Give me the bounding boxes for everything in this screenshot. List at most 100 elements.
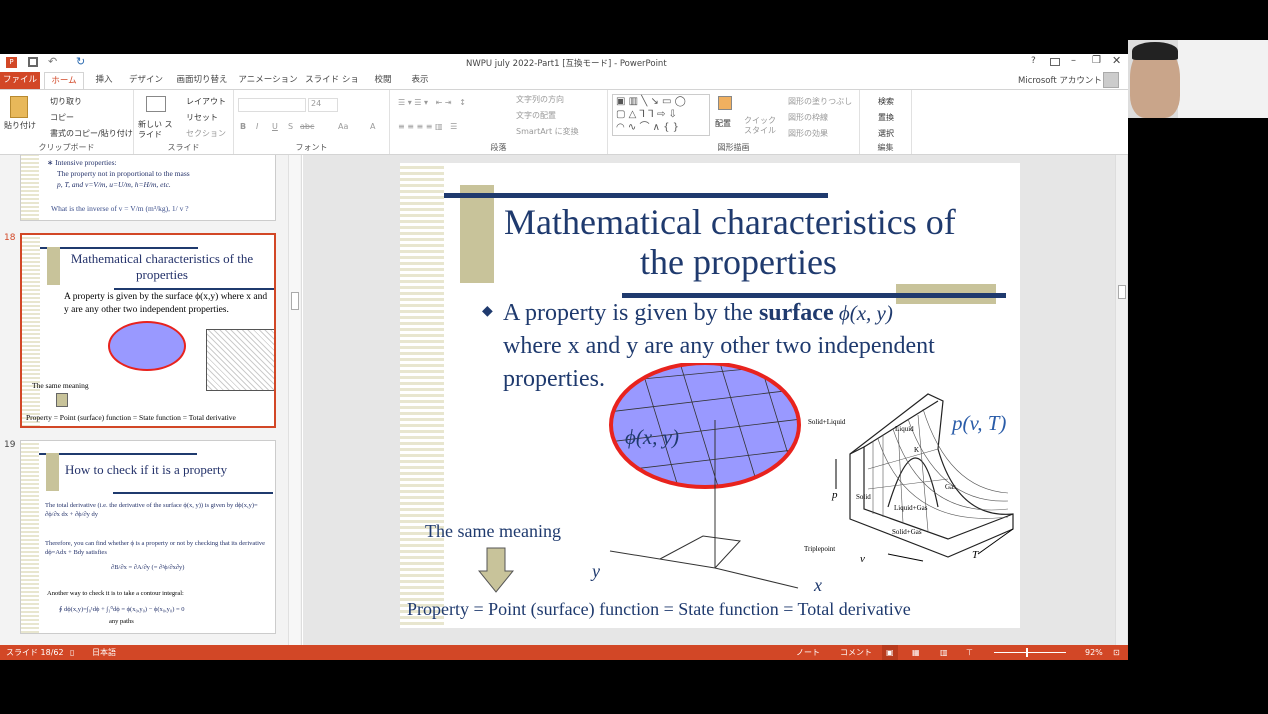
label-p: p [832, 489, 838, 501]
align-buttons[interactable]: ≡ ≡ ≡ ≡ ▥ ☰ [398, 122, 457, 131]
tab-file[interactable]: ファイル [0, 72, 40, 89]
comments-button[interactable]: コメント [840, 645, 872, 660]
font-name-box[interactable] [238, 98, 306, 112]
paste-button[interactable]: 貼り付け [4, 120, 36, 131]
close-button[interactable]: ✕ [1112, 54, 1121, 67]
change-case-button[interactable]: Aa [338, 122, 348, 131]
align-text-button[interactable]: 文字の配置 [516, 110, 556, 121]
notes-button[interactable]: ノート [796, 645, 820, 660]
slide-footer: Property = Point (surface) function = St… [407, 599, 911, 619]
fit-slide-icon[interactable]: ⊡ [1113, 645, 1120, 660]
pvt-figure [206, 329, 274, 391]
text-direction-button[interactable]: 文字列の方向 [516, 94, 564, 105]
title-bar: P ↶ ↻ NWPU july 2022-Part1 [互換モード] - Pow… [0, 54, 1128, 71]
thumb-text: The total derivative (i.e. the derivativ… [45, 502, 258, 518]
ribbon-display-button[interactable] [1050, 58, 1060, 66]
redo-icon[interactable]: ↻ [76, 55, 85, 68]
slideshow-icon[interactable]: ⊤ [966, 645, 973, 660]
olive-block [47, 247, 60, 285]
group-label: スライド [167, 143, 200, 152]
spellcheck-icon[interactable]: ▯ [70, 645, 74, 660]
help-button[interactable]: ? [1031, 56, 1036, 66]
slide-thumbnail-17[interactable]: ∗ Intensive properties: The property not… [20, 155, 276, 221]
paste-icon[interactable] [10, 96, 28, 118]
shadow-button[interactable]: S [288, 122, 293, 131]
bullet-math: ϕ(x, y) [833, 301, 893, 325]
bullet-line2: where x and y are any other two independ… [503, 333, 935, 359]
label-solid-gas: Solid+Gas [892, 528, 922, 536]
tab-animations[interactable]: アニメーション [238, 72, 298, 89]
group-clipboard: 貼り付け 切り取り コピー 書式のコピー/貼り付け クリップボード [0, 90, 134, 154]
tab-view[interactable]: 表示 [404, 72, 436, 89]
thumb-text: ∂B/∂x = ∂A/∂y (= ∂²ϕ/∂x∂y) [111, 564, 185, 571]
arrange-icon [718, 96, 732, 110]
group-label: 段落 [490, 143, 507, 152]
slide-number: 18 [4, 233, 16, 243]
thumb-text: any paths [109, 618, 134, 625]
tab-home[interactable]: ホーム [44, 72, 84, 89]
bullet-diamond-icon: ◆ [482, 304, 493, 319]
label-liquid: Liquid [895, 425, 914, 433]
webcam-overlay [1128, 40, 1268, 118]
slide-sorter-icon[interactable]: ▦ [912, 645, 920, 660]
slide-indicator: スライド 18/62 [6, 648, 64, 657]
bullet-text-pre: A property is given by the [503, 300, 759, 326]
reading-view-icon[interactable]: ▥ [940, 645, 948, 660]
smartart-button[interactable]: SmartArt に変換 [516, 126, 579, 137]
normal-view-icon[interactable]: ▣ [882, 645, 898, 660]
stripe-decoration [400, 163, 444, 628]
tab-slideshow[interactable]: スライド ショー [302, 72, 362, 102]
slide-thumbnail-19[interactable]: How to check if it is a property The tot… [20, 440, 276, 634]
olive-block [46, 453, 59, 491]
restore-button[interactable]: ❐ [1092, 55, 1101, 66]
new-slide-button[interactable]: 新しい スライド [138, 120, 174, 140]
shapes-gallery[interactable]: ▣ ▥ ╲ ↘ ▭ ◯ ▢ △ ⅂ ⅂ ⇨ ⇩ ◠ ∿ ⌒ ∧ { } [612, 94, 710, 136]
group-label: 図形描画 [717, 143, 750, 152]
label-triplepoint: Triplepoint [804, 545, 836, 553]
replace-button[interactable]: 置換 [878, 112, 894, 123]
save-icon[interactable] [28, 57, 38, 67]
cut-button[interactable]: 切り取り [50, 96, 82, 107]
layout-button[interactable]: レイアウト [186, 96, 226, 107]
section-button[interactable]: セクション [186, 128, 226, 139]
shape-effects-button[interactable]: 図形の効果 [788, 128, 828, 139]
strikethrough-button[interactable]: abc [300, 122, 314, 131]
account-avatar[interactable] [1103, 72, 1119, 88]
editor-scrollbar[interactable] [1115, 155, 1127, 645]
tab-insert[interactable]: 挿入 [88, 72, 120, 89]
account-label[interactable]: Microsoft アカウント [1018, 74, 1102, 86]
powerpoint-logo-icon: P [6, 57, 17, 68]
undo-icon[interactable]: ↶ [48, 55, 57, 68]
bullets-button[interactable]: ☰ ▾ ☰ ▾ ⇤ ⇥ ↕ [398, 98, 466, 107]
language-indicator[interactable]: 日本語 [92, 645, 116, 660]
reset-button[interactable]: リセット [186, 112, 218, 123]
minimize-button[interactable]: – [1071, 55, 1076, 66]
title-rule [444, 193, 828, 198]
underline-button[interactable]: U [272, 122, 278, 131]
scrollbar-thumb[interactable] [291, 292, 299, 310]
label-solid-liquid: Solid+Liquid [808, 418, 846, 426]
scrollbar-thumb[interactable] [1118, 285, 1126, 299]
tab-review[interactable]: 校閲 [368, 72, 398, 89]
zoom-level[interactable]: 92% [1085, 645, 1103, 660]
thumbnail-scrollbar[interactable] [288, 155, 300, 645]
arrange-button[interactable]: 配置 [715, 118, 731, 129]
thumb-title: Mathematical characteristics of the prop… [70, 251, 254, 282]
current-slide: Mathematical characteristics of the prop… [400, 163, 1020, 628]
shape-fill-button[interactable]: 図形の塗りつぶし [788, 96, 852, 107]
bold-button[interactable]: B [240, 122, 246, 131]
font-color-button[interactable]: A [370, 122, 375, 131]
find-button[interactable]: 検索 [878, 96, 894, 107]
format-painter-button[interactable]: 書式のコピー/貼り付け [50, 128, 133, 139]
font-size-box[interactable]: 24 [308, 98, 338, 112]
tab-transitions[interactable]: 画面切り替え [172, 72, 232, 89]
quick-styles-button[interactable]: クイック スタイル [744, 116, 776, 136]
ribbon: 貼り付け 切り取り コピー 書式のコピー/貼り付け クリップボード 新しい スラ… [0, 89, 1128, 155]
italic-button[interactable]: I [256, 122, 258, 131]
select-button[interactable]: 選択 [878, 128, 894, 139]
copy-button[interactable]: コピー [50, 112, 74, 123]
bullet-bold: surface [758, 300, 834, 326]
shape-outline-button[interactable]: 図形の枠線 [788, 112, 828, 123]
tab-design[interactable]: デザイン [124, 72, 168, 89]
slide-thumbnail-18[interactable]: Mathematical characteristics of the prop… [20, 233, 276, 428]
